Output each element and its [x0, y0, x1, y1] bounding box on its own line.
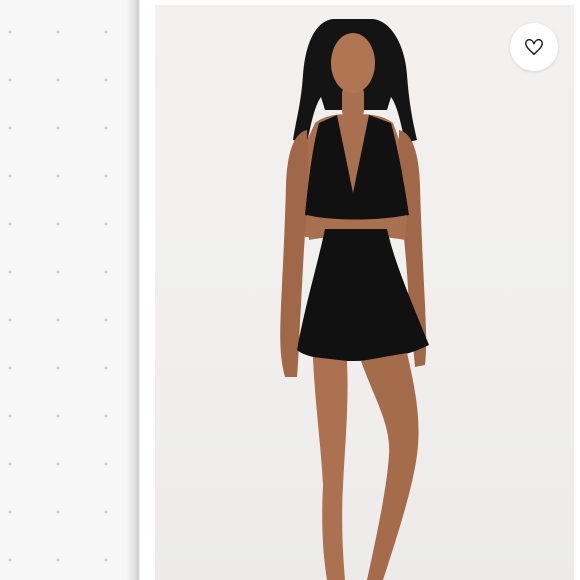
- panel-divider-shadow: [126, 0, 150, 580]
- heart-outline-icon: [525, 38, 543, 56]
- product-photo: [280, 19, 429, 580]
- model-right-leg: [361, 353, 419, 580]
- product-image-card[interactable]: [155, 5, 574, 580]
- model-face: [331, 33, 375, 93]
- model-left-leg: [313, 357, 348, 580]
- adjacent-listing-panel: [0, 0, 136, 580]
- wishlist-button[interactable]: [510, 23, 558, 71]
